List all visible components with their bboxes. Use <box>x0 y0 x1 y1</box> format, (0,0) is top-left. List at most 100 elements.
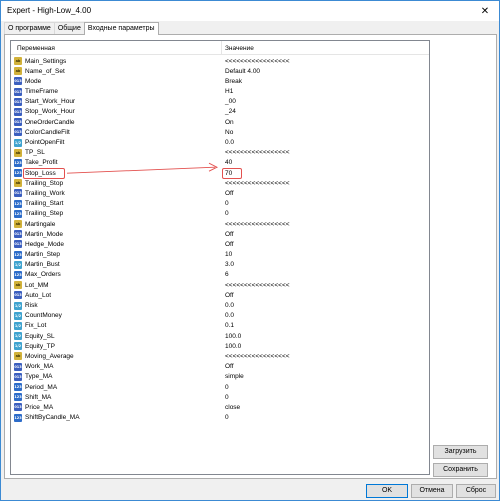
param-value[interactable]: Off <box>225 292 234 299</box>
param-value[interactable]: <<<<<<<<<<<<<<<<< <box>225 353 290 360</box>
param-name: ShiftByCandle_MA <box>25 414 80 422</box>
grid-row-stop-loss[interactable]: 123 Stop_Loss 70 <box>11 168 429 178</box>
grid-row-name-of-set[interactable]: ab Name_of_Set Default 4.00 <box>11 66 429 76</box>
grid-row-tp-sl[interactable]: ab TP_SL <<<<<<<<<<<<<<<<< <box>11 148 429 158</box>
close-button[interactable]: ✕ <box>471 1 499 21</box>
load-button[interactable]: Загрузить <box>433 445 488 459</box>
param-value[interactable]: 0.1 <box>225 322 234 329</box>
param-value[interactable]: H1 <box>225 88 233 95</box>
tab-about[interactable]: О программе <box>4 22 55 34</box>
param-value[interactable]: No <box>225 129 233 136</box>
title-bar: Expert - High-Low_4.00 ✕ <box>1 1 499 21</box>
param-value[interactable]: 0 <box>225 210 229 217</box>
param-type-num-icon: 123 <box>14 383 22 391</box>
param-value[interactable]: <<<<<<<<<<<<<<<<< <box>225 282 290 289</box>
grid-row-risk[interactable]: 1/2 Risk 0.0 <box>11 301 429 311</box>
column-separator[interactable] <box>221 41 222 55</box>
param-value[interactable]: <<<<<<<<<<<<<<<<< <box>225 180 290 187</box>
param-type-num-icon: 123 <box>14 209 22 218</box>
param-value[interactable]: _24 <box>225 108 236 115</box>
param-value[interactable]: <<<<<<<<<<<<<<<<< <box>225 149 290 156</box>
param-type-dbl-icon: 1/2 <box>14 260 22 269</box>
grid-row-take-profit[interactable]: 123 Take_Profit 40 <box>11 158 429 168</box>
param-value[interactable]: On <box>225 119 234 126</box>
param-value[interactable]: 40 <box>225 159 232 166</box>
param-value[interactable]: 0.0 <box>225 302 234 309</box>
grid-row-max-orders[interactable]: 123 Max_Orders 6 <box>11 270 429 280</box>
param-type-ab-icon: ab <box>14 179 22 188</box>
tab-common[interactable]: Общие <box>53 22 85 34</box>
param-value[interactable]: 0.0 <box>225 312 234 319</box>
grid-row-martingale[interactable]: ab Martingale <<<<<<<<<<<<<<<<< <box>11 219 429 229</box>
param-type-num-icon: 123 <box>14 270 22 279</box>
grid-row-trailing-work[interactable]: 013 Trailing_Work Off <box>11 188 429 198</box>
param-type-enm-icon: 013 <box>14 291 22 300</box>
grid-row-start-work-hour[interactable]: 013 Start_Work_Hour _00 <box>11 97 429 107</box>
column-header-value[interactable]: Значение <box>225 45 254 52</box>
param-value[interactable]: 100.0 <box>225 343 241 350</box>
grid-row-pointopenfilt[interactable]: 1/2 PointOpenFilt 0.0 <box>11 138 429 148</box>
grid-row-type-ma[interactable]: 013 Type_MA simple <box>11 372 429 382</box>
param-value[interactable]: <<<<<<<<<<<<<<<<< <box>225 221 290 228</box>
param-value[interactable]: Off <box>225 190 234 197</box>
grid-row-trailing-step[interactable]: 123 Trailing_Step 0 <box>11 209 429 219</box>
param-value[interactable]: simple <box>225 373 244 380</box>
grid-row-martin-step[interactable]: 123 Martin_Step 10 <box>11 250 429 260</box>
param-value[interactable]: Off <box>225 363 234 370</box>
param-value[interactable]: close <box>225 404 240 411</box>
reset-button[interactable]: Сброс <box>456 484 496 498</box>
grid-row-shiftbycandle-ma[interactable]: 123 ShiftByCandle_MA 0 <box>11 413 429 423</box>
grid-row-work-ma[interactable]: 013 Work_MA Off <box>11 362 429 372</box>
grid-row-auto-lot[interactable]: 013 Auto_Lot Off <box>11 290 429 300</box>
param-value[interactable]: 3.0 <box>225 261 234 268</box>
param-name: Price_MA <box>25 403 54 411</box>
param-value[interactable]: 6 <box>225 271 229 278</box>
param-type-enm-icon: 013 <box>14 77 22 86</box>
grid-row-trailing-stop[interactable]: ab Trailing_Stop <<<<<<<<<<<<<<<<< <box>11 178 429 188</box>
param-type-ab-icon: ab <box>14 57 22 65</box>
save-button[interactable]: Сохранить <box>433 463 488 477</box>
grid-row-main-settings[interactable]: ab Main_Settings <<<<<<<<<<<<<<<<< <box>11 56 429 66</box>
grid-row-oneordercandle[interactable]: 013 OneOrderCandle On <box>11 117 429 127</box>
cancel-button[interactable]: Отмена <box>411 484 453 498</box>
tab-inputs[interactable]: Входные параметры <box>83 22 159 35</box>
grid-row-trailing-start[interactable]: 123 Trailing_Start 0 <box>11 199 429 209</box>
param-value[interactable]: 0 <box>225 200 229 207</box>
grid-row-stop-work-hour[interactable]: 013 Stop_Work_Hour _24 <box>11 107 429 117</box>
ok-button[interactable]: OK <box>366 484 408 498</box>
param-name: Trailing_Stop <box>25 179 64 187</box>
param-value[interactable]: 10 <box>225 251 232 258</box>
grid-row-fix-lot[interactable]: 1/2 Fix_Lot 0.1 <box>11 321 429 331</box>
grid-row-equity-sl[interactable]: 1/2 Equity_SL 100.0 <box>11 331 429 341</box>
grid-row-martin-bust[interactable]: 1/2 Martin_Bust 3.0 <box>11 260 429 270</box>
grid-row-martin-mode[interactable]: 013 Martin_Mode Off <box>11 229 429 239</box>
grid-row-colorcandlefilt[interactable]: 013 ColorCandleFilt No <box>11 127 429 137</box>
param-value[interactable]: <<<<<<<<<<<<<<<<< <box>225 58 290 65</box>
param-name: Shift_MA <box>25 393 52 401</box>
param-value[interactable]: Off <box>225 241 234 248</box>
grid-row-moving-average[interactable]: ab Moving_Average <<<<<<<<<<<<<<<<< <box>11 351 429 361</box>
grid-row-period-ma[interactable]: 123 Period_MA 0 <box>11 382 429 392</box>
param-value[interactable]: 0 <box>225 384 229 391</box>
grid-row-lot-mm[interactable]: ab Lot_MM <<<<<<<<<<<<<<<<< <box>11 280 429 290</box>
param-type-num-icon: 123 <box>14 169 22 178</box>
param-name: Moving_Average <box>25 352 74 360</box>
grid-row-equity-tp[interactable]: 1/2 Equity_TP 100.0 <box>11 341 429 351</box>
param-value[interactable]: 100.0 <box>225 333 241 340</box>
param-value[interactable]: Default 4.00 <box>225 68 260 75</box>
grid-row-hedge-mode[interactable]: 013 Hedge_Mode Off <box>11 239 429 249</box>
grid-row-price-ma[interactable]: 013 Price_MA close <box>11 402 429 412</box>
param-value[interactable]: Break <box>225 78 242 85</box>
param-type-num-icon: 123 <box>14 199 22 208</box>
grid-row-mode[interactable]: 013 Mode Break <box>11 76 429 86</box>
param-value[interactable]: 0 <box>225 414 229 421</box>
grid-row-timeframe[interactable]: 013 TimeFrame H1 <box>11 87 429 97</box>
param-value[interactable]: 0 <box>225 394 229 401</box>
param-value[interactable]: 0.0 <box>225 139 234 146</box>
param-value[interactable]: Off <box>225 231 234 238</box>
param-value[interactable]: _00 <box>225 98 236 105</box>
grid-row-shift-ma[interactable]: 123 Shift_MA 0 <box>11 392 429 402</box>
param-name: Trailing_Work <box>25 189 65 197</box>
column-header-variable[interactable]: Переменная <box>17 45 55 52</box>
grid-row-countmoney[interactable]: 1/2 CountMoney 0.0 <box>11 311 429 321</box>
